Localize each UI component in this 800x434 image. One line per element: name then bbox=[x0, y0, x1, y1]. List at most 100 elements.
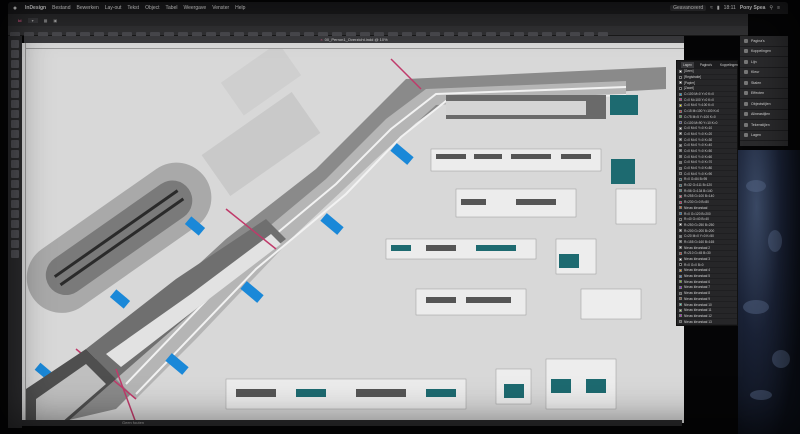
swatch-label: C=0 M=0 Y=100 K=0 bbox=[684, 103, 714, 108]
direct-selection-icon[interactable] bbox=[11, 50, 19, 58]
close-tab-icon[interactable]: × bbox=[320, 37, 322, 42]
page-tool-icon[interactable] bbox=[11, 60, 19, 68]
application-bar: Id ▾ ▦ ▣ bbox=[8, 14, 748, 26]
swatch-label: Nieuw kleurstaal 12 bbox=[684, 313, 712, 318]
swatch-label: Nieuw kleurstaal 10 bbox=[684, 302, 712, 307]
menu-item-help[interactable]: Help bbox=[232, 5, 248, 11]
search-icon[interactable]: ⚲ bbox=[769, 5, 773, 11]
swatch-label: Nieuw kleurstaal 13 bbox=[684, 319, 712, 324]
document-tab[interactable]: × 00_Perron1_Overzicht.indd @ 10% bbox=[24, 36, 684, 43]
eyedropper-icon[interactable] bbox=[11, 180, 19, 188]
panel-button-label: Kleur bbox=[751, 70, 760, 75]
menu-item-tekst[interactable]: Tekst bbox=[124, 5, 142, 11]
character-styles-icon bbox=[744, 122, 748, 127]
swatch-label: C=20 M=0 Y=0 K=50 bbox=[684, 234, 714, 239]
swatch-label: [Geen] bbox=[684, 69, 694, 74]
panel-button-3[interactable]: Kleur bbox=[740, 68, 788, 78]
zoom-dropdown[interactable]: ▾ bbox=[27, 17, 38, 23]
panel-button-4[interactable]: Stalen bbox=[740, 78, 788, 89]
swatch-label: R=40 G=40 B=40 bbox=[684, 217, 709, 222]
document-canvas[interactable] bbox=[26, 49, 684, 423]
menu-item-bestand[interactable]: Bestand bbox=[49, 5, 73, 11]
gradient-icon[interactable] bbox=[11, 160, 19, 168]
swatch-list: [Geen] [Registratie] [Papier] [Zwart] C=100 … bbox=[677, 69, 737, 325]
hand-icon[interactable] bbox=[11, 190, 19, 198]
panel-button-label: Effecten bbox=[751, 91, 765, 96]
stroke-icon bbox=[744, 59, 748, 64]
swatch-label: C=100 M=0 Y=0 K=0 bbox=[684, 92, 714, 97]
swatch-label: [Registratie] bbox=[684, 75, 702, 80]
swatch-chip bbox=[679, 149, 682, 153]
panel-tab-0[interactable]: Lagen bbox=[681, 62, 694, 68]
panel-button-8[interactable]: Tekenstijlen bbox=[740, 120, 788, 131]
swatch-chip bbox=[679, 257, 682, 261]
menu-item-object[interactable]: Object bbox=[142, 5, 162, 11]
swatch-chip bbox=[679, 81, 682, 85]
zoom-icon[interactable] bbox=[11, 200, 19, 208]
menu-item-bewerken[interactable]: Bewerken bbox=[73, 5, 101, 11]
swatch-label: R=0 G=84 B=95 bbox=[684, 177, 708, 182]
free-transform-icon[interactable] bbox=[11, 150, 19, 158]
default-colors-icon[interactable] bbox=[11, 230, 19, 238]
wifi-icon[interactable]: ≈ bbox=[710, 5, 713, 11]
swatch-label: R=255 G=100 B=140 bbox=[684, 194, 715, 199]
user-name[interactable]: Pony Spea bbox=[740, 5, 766, 11]
selection-icon[interactable] bbox=[11, 40, 19, 48]
swap-icon[interactable] bbox=[11, 220, 19, 228]
menu-list-icon[interactable]: ≡ bbox=[777, 5, 780, 11]
screen-mode-icon[interactable]: ▣ bbox=[53, 18, 57, 23]
swatch-chip bbox=[679, 234, 682, 238]
menu-item-lay-out[interactable]: Lay-out bbox=[102, 5, 125, 11]
layers-icon bbox=[744, 133, 748, 138]
type-icon[interactable] bbox=[11, 80, 19, 88]
note-icon[interactable] bbox=[11, 170, 19, 178]
panel-tab-2[interactable]: Koppelingen bbox=[718, 62, 740, 68]
swatch-chip bbox=[679, 183, 682, 187]
panel-button-label: Koppelingen bbox=[751, 49, 771, 54]
pencil-icon[interactable] bbox=[11, 110, 19, 118]
apple-icon[interactable]: ● bbox=[8, 5, 22, 12]
panel-button-6[interactable]: Objectstijlen bbox=[740, 99, 788, 110]
swatch-chip bbox=[679, 285, 682, 289]
swatch-label: R=250 G=250 B=250 bbox=[684, 222, 715, 227]
panel-button-0[interactable]: Pagina's bbox=[740, 36, 788, 47]
swatches-icon bbox=[744, 80, 748, 85]
scissors-icon[interactable] bbox=[11, 140, 19, 148]
panel-button-5[interactable]: Effecten bbox=[740, 89, 788, 99]
menu-item-tabel[interactable]: Tabel bbox=[163, 5, 181, 11]
rectangle-frame-icon[interactable] bbox=[11, 120, 19, 128]
rectangle-icon[interactable] bbox=[11, 130, 19, 138]
menu-item-weergave[interactable]: Weergave bbox=[180, 5, 209, 11]
swatch-label: R=200 G=200 B=200 bbox=[684, 228, 715, 233]
swatch-chip bbox=[679, 303, 682, 307]
menu-item-venster[interactable]: Venster bbox=[209, 5, 232, 11]
swatch-row[interactable]: Nieuw kleurstaal 13 bbox=[677, 319, 737, 325]
panel-button-7[interactable]: Alineastijlen bbox=[740, 110, 788, 120]
fill-stroke-icon[interactable] bbox=[11, 210, 19, 218]
panel-button-1[interactable]: Koppelingen bbox=[740, 47, 788, 57]
swatch-label: Nieuw kleurstaal 5 bbox=[684, 274, 711, 279]
battery-icon[interactable]: ▮ bbox=[717, 5, 720, 11]
panel-tab-1[interactable]: Pagina's bbox=[698, 62, 714, 68]
pen-icon[interactable] bbox=[11, 100, 19, 108]
line-icon[interactable] bbox=[11, 90, 19, 98]
swatch-label: C=0 M=100 Y=0 K=0 bbox=[684, 97, 714, 102]
gap-tool-icon[interactable] bbox=[11, 70, 19, 78]
effects-icon bbox=[744, 91, 748, 96]
panel-button-2[interactable]: Lijn bbox=[740, 57, 788, 68]
preview-mode-icon[interactable] bbox=[11, 250, 19, 258]
menu-bar-right: Geavanceerd ≈ ▮ 18:11 Pony Spea ⚲ ≡ bbox=[670, 5, 788, 11]
swatch-label: R=0 G=0 B=0 bbox=[684, 262, 704, 267]
menu-item-indesign[interactable]: InDesign bbox=[22, 5, 49, 11]
panel-button-9[interactable]: Lagen bbox=[740, 131, 788, 141]
panel-button-label: Stalen bbox=[751, 80, 762, 85]
swatch-label: C=75 M=5 Y=100 K=0 bbox=[684, 114, 716, 119]
view-options-icon[interactable]: ▦ bbox=[44, 18, 48, 23]
swatch-label: C=100 M=90 Y=10 K=0 bbox=[684, 120, 718, 125]
workspace-switcher[interactable]: Geavanceerd bbox=[670, 5, 707, 11]
apply-color-icon[interactable] bbox=[11, 240, 19, 248]
swatch-chip bbox=[679, 217, 682, 221]
swatch-label: R=230 G=0 B=80 bbox=[684, 200, 709, 205]
swatch-chip bbox=[679, 86, 682, 90]
panel-button-label: Objectstijlen bbox=[751, 101, 771, 106]
